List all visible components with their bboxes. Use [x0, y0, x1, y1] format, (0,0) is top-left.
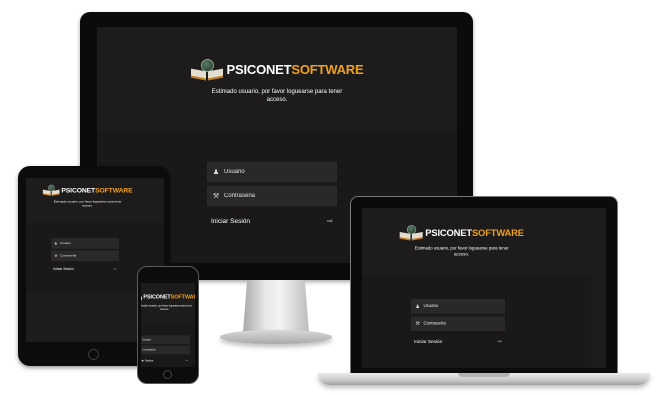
sign-in-icon: ⇨: [497, 339, 502, 345]
globe-book-icon: [191, 59, 223, 79]
brand-logo: PSICONETSOFTWARE: [26, 184, 164, 195]
brand-name: PSICONETSOFTWARE: [61, 186, 132, 194]
laptop-notch: [458, 373, 510, 377]
phone-home-button: [163, 370, 172, 379]
login-button-label: Iniciar Sesión: [414, 339, 443, 345]
login-button[interactable]: Iniciar Sesión ⇨: [51, 265, 119, 273]
login-button-label: Iniciar Sesión: [211, 217, 251, 225]
sign-in-icon: ⇨: [185, 359, 189, 363]
brand-name-part2: SOFTWARE: [471, 226, 524, 238]
user-icon: ♟: [415, 304, 420, 310]
brand-name-part1: PSICONET: [143, 293, 171, 300]
sign-in-icon: ⇨: [113, 267, 117, 271]
brand-name-part1: PSICONET: [61, 185, 96, 194]
globe-book-icon: [399, 225, 422, 239]
laptop-screen: PSICONETSOFTWARE Estimado usuario, por f…: [362, 208, 606, 368]
username-input[interactable]: [142, 338, 185, 342]
brand-name-part2: SOFTWARE: [291, 61, 364, 77]
login-message: Estimado usuario, por favor loguearse pa…: [141, 305, 192, 311]
login-button[interactable]: Iniciar Sesión ⇨: [141, 357, 190, 364]
username-field[interactable]: ♟: [141, 335, 190, 345]
brand-name-part1: PSICONET: [226, 61, 292, 77]
password-field[interactable]: ⚒: [411, 316, 505, 331]
login-button-label: Iniciar Sesión: [53, 267, 74, 271]
brand-name-part2: SOFTWARE: [95, 185, 133, 194]
username-input[interactable]: [224, 169, 324, 175]
login-app: PSICONETSOFTWARE Estimado usuario, por f…: [141, 283, 195, 367]
brand-name: PSICONETSOFTWARE: [227, 62, 364, 77]
password-field[interactable]: ⚒: [207, 186, 337, 206]
monitor-stand-base: [220, 330, 332, 344]
brand-logo: PSICONETSOFTWARE: [141, 292, 195, 300]
brand-name: PSICONETSOFTWARE: [143, 293, 195, 299]
username-input[interactable]: [60, 241, 113, 245]
login-app: PSICONETSOFTWARE Estimado usuario, por f…: [362, 208, 592, 368]
password-input[interactable]: [60, 254, 113, 258]
login-button-label: Iniciar Sesión: [141, 359, 154, 362]
key-icon: ⚒: [212, 193, 220, 200]
username-field[interactable]: ♟: [207, 162, 337, 182]
brand-name: PSICONETSOFTWARE: [425, 227, 524, 238]
user-icon: ♟: [212, 169, 220, 176]
key-icon: ⚒: [415, 321, 420, 327]
username-input[interactable]: [423, 304, 496, 309]
login-message: Estimado usuario, por favor loguearse pa…: [53, 200, 122, 208]
sign-in-icon: ⇨: [327, 218, 333, 225]
tablet-home-button: [88, 349, 99, 360]
password-field[interactable]: ⚒: [51, 250, 119, 262]
globe-book-icon: [141, 292, 142, 300]
password-input[interactable]: [423, 321, 496, 326]
brand-logo: PSICONETSOFTWARE: [97, 59, 457, 79]
phone-screen: PSICONETSOFTWARE Estimado usuario, por f…: [141, 283, 195, 367]
login-message: Estimado usuario, por favor loguearse pa…: [414, 246, 509, 257]
password-input[interactable]: [224, 193, 324, 199]
login-message: Estimado usuario, por favor loguearse pa…: [211, 89, 343, 103]
key-icon: ⚒: [54, 254, 58, 258]
user-icon: ♟: [54, 241, 58, 246]
username-field[interactable]: ♟: [411, 299, 505, 314]
password-field[interactable]: ⚒: [141, 345, 190, 355]
brand-logo: PSICONETSOFTWARE: [362, 225, 591, 239]
globe-book-icon: [43, 184, 60, 195]
login-button[interactable]: Iniciar Sesión ⇨: [411, 336, 505, 348]
brand-name-part1: PSICONET: [425, 226, 472, 238]
device-showcase: PSICONETSOFTWARE Estimado usuario, por f…: [0, 0, 658, 395]
login-button[interactable]: Iniciar Sesión ⇨: [207, 213, 337, 229]
username-field[interactable]: ♟: [51, 238, 119, 249]
password-input[interactable]: [142, 348, 185, 352]
brand-name-part2: SOFTWARE: [170, 293, 195, 300]
